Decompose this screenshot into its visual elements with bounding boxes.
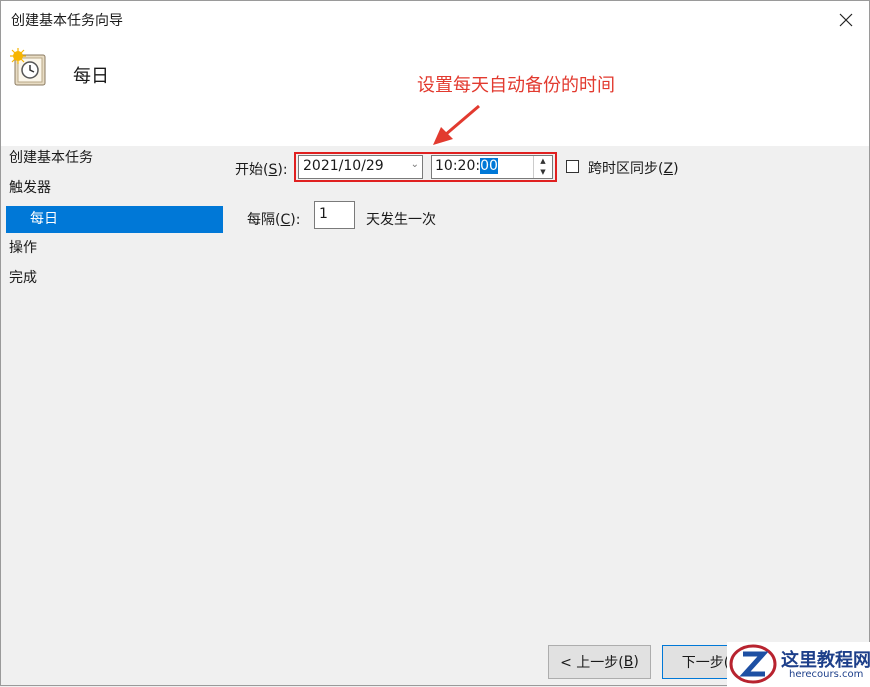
window-title: 创建基本任务向导 bbox=[11, 13, 123, 29]
recur-days-value: 1 bbox=[319, 206, 328, 222]
step-daily[interactable]: 每日 bbox=[6, 206, 223, 233]
recur-every-label: 每隔(C): bbox=[247, 212, 301, 228]
sync-timezone-label: 跨时区同步(Z) bbox=[588, 161, 679, 177]
watermark-domain: herecours.com bbox=[789, 669, 864, 680]
start-label: 开始(S): bbox=[235, 162, 288, 178]
step-create-basic-task[interactable]: 创建基本任务 bbox=[9, 146, 93, 170]
scheduled-clock-icon bbox=[10, 48, 46, 86]
close-button[interactable] bbox=[823, 1, 869, 39]
watermark-logo: 这里教程网 herecours.com bbox=[727, 642, 870, 687]
wizard-window: 创建基本任务向导 每日 设置每天自动备份的时间 创建基本任务 触发器 每日 操作 bbox=[0, 0, 870, 687]
step-trigger[interactable]: 触发器 bbox=[9, 176, 51, 200]
back-button[interactable]: < 上一步(B) bbox=[548, 645, 651, 679]
wizard-header: 每日 设置每天自动备份的时间 bbox=[1, 39, 869, 146]
recur-days-input[interactable]: 1 bbox=[314, 201, 355, 229]
annotation-highlight-box bbox=[294, 152, 557, 182]
close-icon bbox=[839, 13, 853, 27]
step-action[interactable]: 操作 bbox=[9, 236, 37, 260]
title-bar: 创建基本任务向导 bbox=[1, 1, 869, 39]
sync-timezone-checkbox[interactable] bbox=[566, 160, 579, 173]
annotation-text: 设置每天自动备份的时间 bbox=[417, 75, 615, 96]
step-daily-label: 每日 bbox=[30, 211, 58, 227]
page-title: 每日 bbox=[73, 66, 109, 87]
recur-suffix-label: 天发生一次 bbox=[366, 212, 436, 228]
wizard-steps-sidebar: 创建基本任务 触发器 每日 操作 完成 bbox=[1, 146, 229, 666]
watermark-z-icon bbox=[729, 644, 777, 684]
annotation-arrow bbox=[433, 104, 480, 145]
step-finish[interactable]: 完成 bbox=[9, 266, 37, 290]
